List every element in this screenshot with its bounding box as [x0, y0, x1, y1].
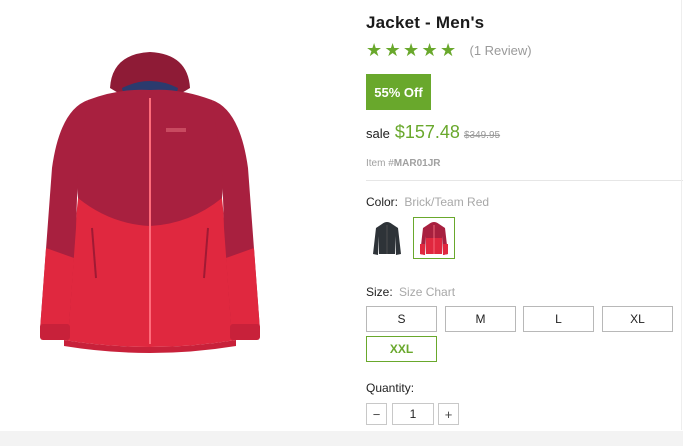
item-number-value: MAR01JR	[393, 158, 441, 169]
price-row: sale $157.48 $349.95	[366, 122, 500, 143]
size-label: Size:	[366, 285, 393, 299]
footer-strip	[0, 431, 683, 446]
black-jacket-swatch[interactable]	[366, 217, 408, 259]
size-option-xxl[interactable]: XXL	[366, 336, 437, 362]
size-label-row: Size: Size Chart	[366, 285, 455, 299]
star-icon: ★	[366, 40, 383, 60]
quantity-input[interactable]	[392, 403, 434, 425]
sale-label: sale	[366, 126, 390, 141]
review-count-link[interactable]: (1 Review)	[470, 43, 532, 58]
color-label-row: Color: Brick/Team Red	[366, 195, 489, 209]
star-icon: ★	[403, 40, 420, 60]
red-jacket-icon	[420, 222, 448, 255]
discount-badge: 55% Off	[366, 74, 431, 110]
item-number-label: Item #	[366, 158, 394, 169]
size-option-xl[interactable]: XL	[602, 306, 673, 332]
quantity-increment-button[interactable]: +	[438, 403, 459, 425]
divider	[366, 180, 683, 181]
product-info: Jacket - Men's ★ ★ ★ ★ ★ (1 Review) 55% …	[366, 0, 683, 446]
quantity-decrement-button[interactable]: −	[366, 403, 387, 425]
product-page: Jacket - Men's ★ ★ ★ ★ ★ (1 Review) 55% …	[0, 0, 683, 446]
product-image	[30, 48, 270, 360]
product-title: Jacket - Men's	[366, 13, 485, 32]
size-chart-link[interactable]: Size Chart	[399, 285, 455, 299]
item-number: Item #MAR01JR	[366, 158, 440, 169]
star-icon: ★	[440, 40, 457, 60]
rating[interactable]: ★ ★ ★ ★ ★ (1 Review)	[366, 40, 532, 60]
selected-color-name: Brick/Team Red	[404, 195, 490, 209]
size-option-s[interactable]: S	[366, 306, 437, 332]
red-jacket-image	[40, 52, 260, 353]
quantity-label: Quantity:	[366, 381, 415, 395]
original-price: $349.95	[463, 130, 501, 141]
size-option-l[interactable]: L	[523, 306, 594, 332]
red-jacket-swatch[interactable]	[413, 217, 455, 259]
size-option-m[interactable]: M	[445, 306, 516, 332]
star-icon: ★	[384, 40, 401, 60]
color-label: Color:	[366, 195, 399, 209]
star-rating: ★ ★ ★ ★ ★	[366, 40, 459, 60]
scrollbar-edge	[681, 0, 682, 430]
sale-price: $157.48	[394, 122, 460, 142]
black-jacket-icon	[373, 222, 401, 255]
star-icon: ★	[421, 40, 438, 60]
